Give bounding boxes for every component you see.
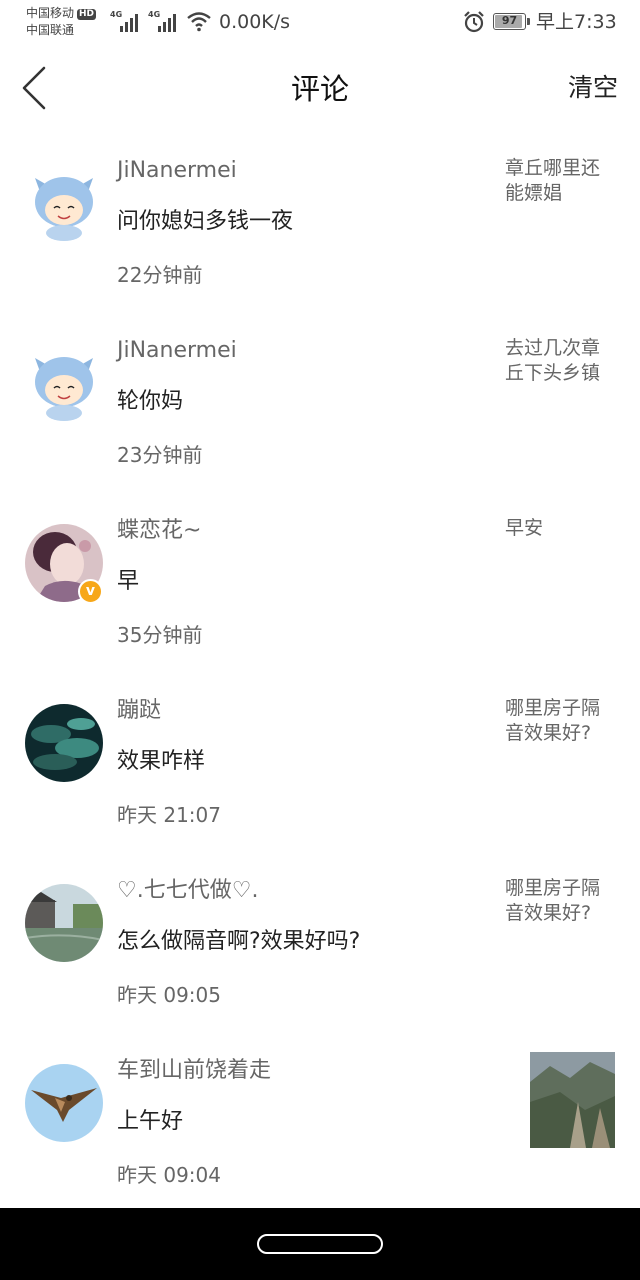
top-bar: 评论 清空 (0, 44, 640, 132)
comment-username[interactable]: 蹦跶 (117, 696, 161, 726)
comment-text: 问你媳妇多钱一夜 (117, 209, 294, 234)
comment-item[interactable]: JiNanermei 轮你妈 23分钟前 去过几次章丘下头乡镇 (0, 320, 640, 500)
comment-username[interactable]: ♡.七七代做♡. (117, 876, 258, 906)
avatar[interactable] (25, 164, 103, 242)
carrier-info: 中国移动 HD 中国联通 (26, 5, 97, 39)
comment-item[interactable]: v 蝶恋花~ 早 35分钟前 早安 (0, 500, 640, 680)
comment-text: 上午好 (117, 1109, 184, 1134)
comment-time: 23分钟前 (117, 443, 203, 467)
home-gesture-bar[interactable] (257, 1234, 383, 1254)
original-post-excerpt[interactable]: 章丘哪里还能嫖娼 (505, 156, 617, 206)
clear-button[interactable]: 清空 (568, 70, 618, 106)
comment-time: 22分钟前 (117, 263, 203, 287)
original-post-excerpt[interactable]: 哪里房子隔音效果好? (505, 696, 617, 746)
avatar[interactable] (25, 704, 103, 782)
comment-item[interactable]: 蹦跶 效果咋样 昨天 21:07 哪里房子隔音效果好? (0, 680, 640, 860)
comment-item[interactable]: JiNanermei 问你媳妇多钱一夜 22分钟前 章丘哪里还能嫖娼 (0, 140, 640, 320)
network-speed: 0.00K/s (219, 11, 291, 33)
comment-time: 35分钟前 (117, 623, 203, 647)
hd-badge: HD (77, 9, 97, 20)
comment-text: 早 (117, 569, 140, 594)
comment-text: 怎么做隔音啊?效果好吗? (117, 929, 361, 954)
carrier-2: 中国联通 (26, 23, 75, 37)
original-post-excerpt[interactable]: 哪里房子隔音效果好? (505, 876, 617, 926)
alarm-clock-icon (464, 11, 484, 33)
post-thumbnail[interactable] (530, 1052, 615, 1148)
comment-text: 轮你妈 (117, 389, 184, 414)
comment-list: JiNanermei 问你媳妇多钱一夜 22分钟前 章丘哪里还能嫖娼 JiNan… (0, 140, 640, 1220)
comment-username[interactable]: 车到山前饶着走 (117, 1056, 271, 1086)
navigation-bar (0, 1208, 640, 1280)
comment-username[interactable]: JiNanermei (117, 156, 237, 186)
carrier-1: 中国移动 (26, 6, 75, 20)
verified-badge: v (78, 579, 103, 604)
comment-time: 昨天 09:05 (117, 983, 221, 1007)
battery-icon: 97 (493, 13, 530, 30)
comment-username[interactable]: 蝶恋花~ (117, 516, 201, 546)
signal-icon: 4G (110, 10, 138, 32)
avatar[interactable] (25, 884, 103, 962)
comment-item[interactable]: ♡.七七代做♡. 怎么做隔音啊?效果好吗? 昨天 09:05 哪里房子隔音效果好… (0, 860, 640, 1040)
page-title: 评论 (290, 72, 349, 106)
comment-username[interactable]: JiNanermei (117, 336, 237, 366)
avatar[interactable] (25, 1064, 103, 1142)
status-bar: 中国移动 HD 中国联通 4G 4G 0.00K/s 97 早上7:33 (0, 0, 640, 44)
comment-time: 昨天 09:04 (117, 1163, 221, 1187)
comment-item[interactable]: 车到山前饶着走 上午好 昨天 09:04 (0, 1040, 640, 1220)
status-time: 早上7:33 (536, 11, 617, 33)
avatar[interactable] (25, 344, 103, 422)
comment-text: 效果咋样 (117, 749, 206, 774)
original-post-excerpt[interactable]: 去过几次章丘下头乡镇 (505, 336, 617, 386)
signal-icon: 4G (148, 10, 176, 32)
comment-time: 昨天 21:07 (117, 803, 221, 827)
original-post-excerpt[interactable]: 早安 (505, 516, 617, 541)
battery-level: 97 (501, 14, 518, 27)
wifi-icon (187, 12, 211, 32)
